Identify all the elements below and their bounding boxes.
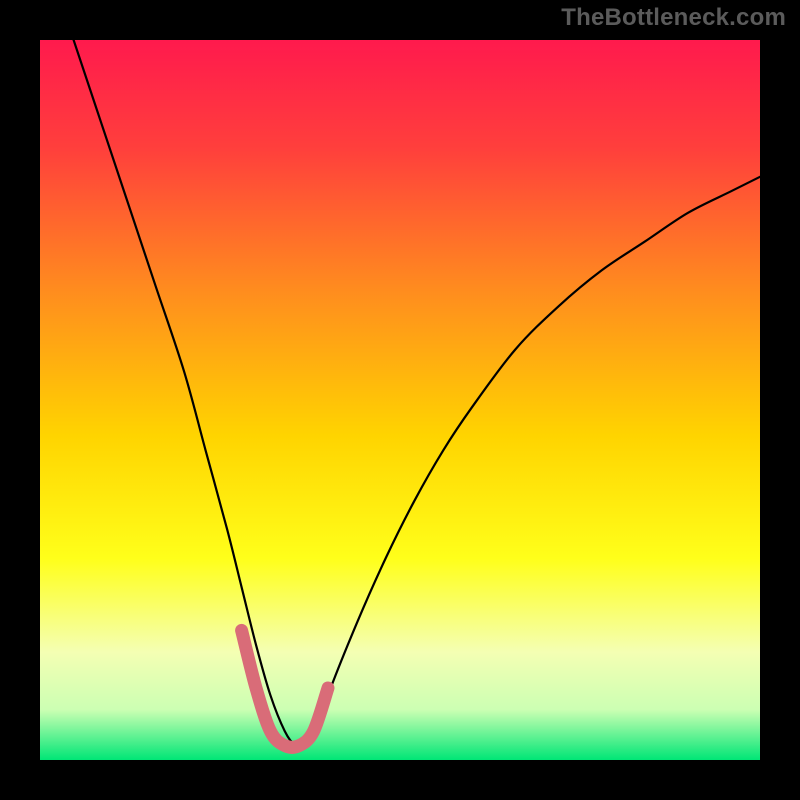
chart-svg (40, 40, 760, 760)
gradient-background (40, 40, 760, 760)
watermark-text: TheBottleneck.com (561, 4, 786, 32)
chart-container: TheBottleneck.com (0, 0, 800, 800)
plot-area (40, 40, 760, 760)
